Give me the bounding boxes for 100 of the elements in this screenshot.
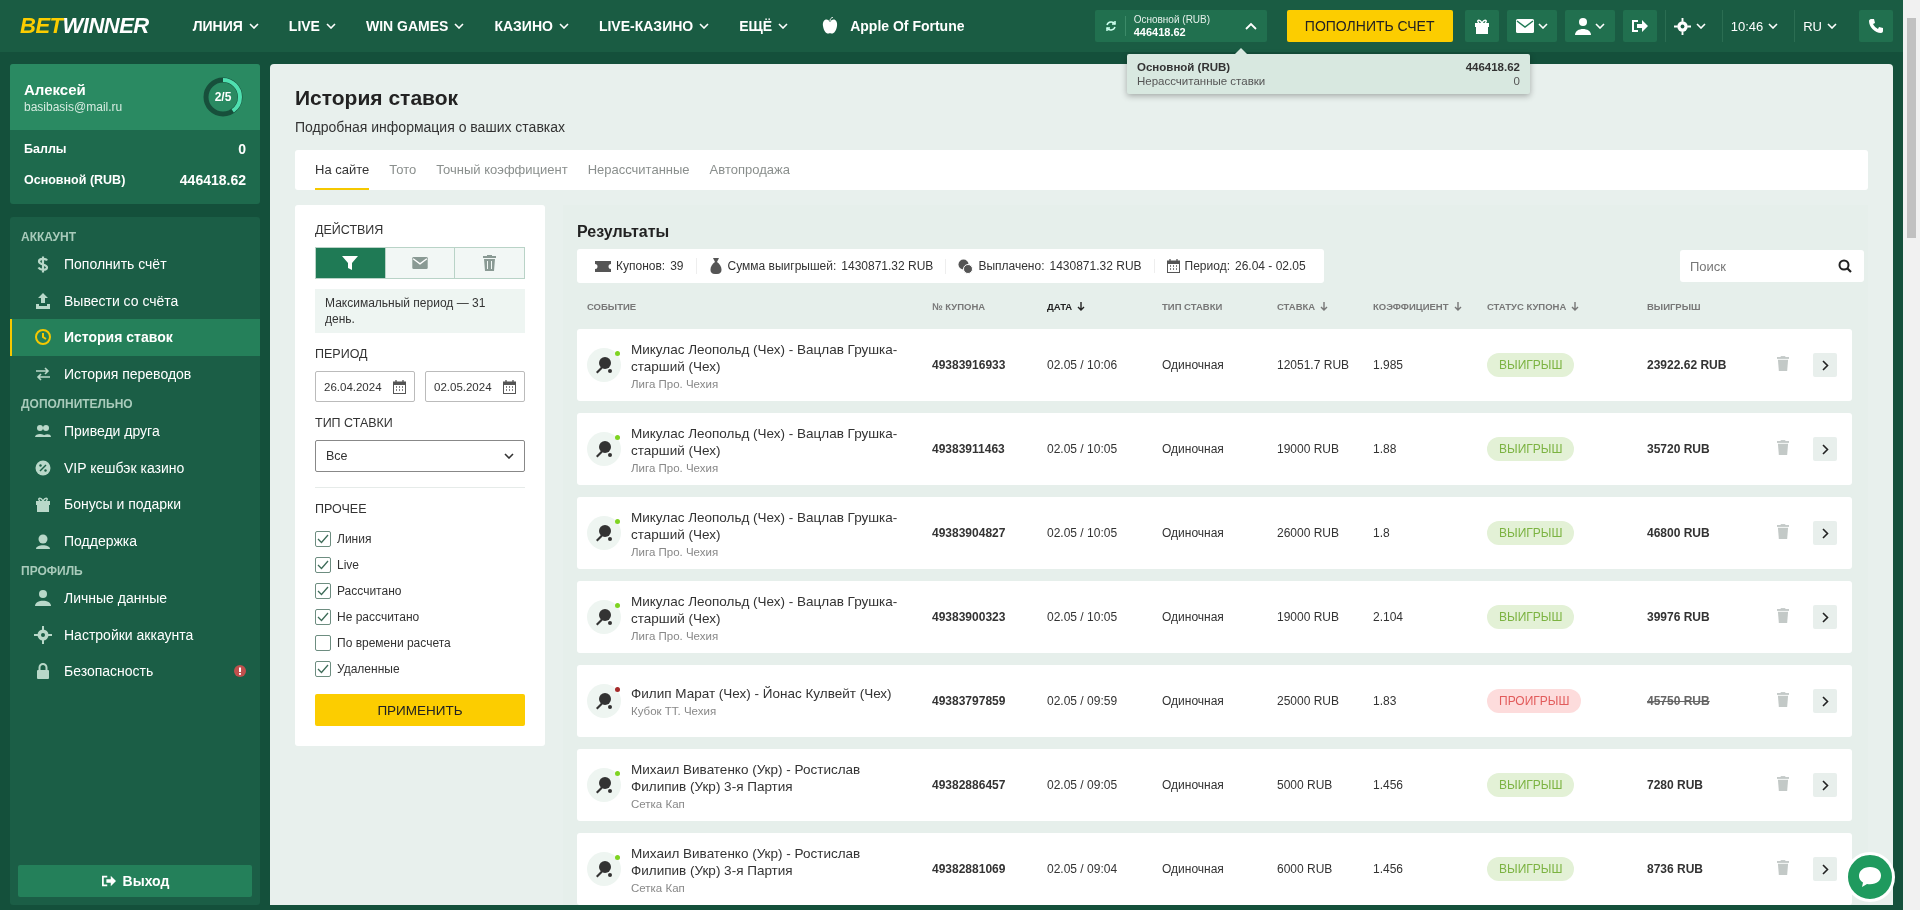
coupon-number: 49382886457 bbox=[932, 778, 1007, 792]
logout-button[interactable] bbox=[1622, 10, 1657, 42]
column-header[interactable]: КОЭФФИЦИЕНТ bbox=[1373, 300, 1487, 312]
column-header[interactable]: ДАТА bbox=[1047, 300, 1162, 312]
bet-type-select[interactable]: Все bbox=[315, 440, 525, 472]
sidebar-item[interactable]: Пополнить счёт bbox=[10, 246, 260, 283]
checkbox[interactable] bbox=[315, 583, 331, 599]
apply-button[interactable]: ПРИМЕНИТЬ bbox=[315, 694, 525, 726]
payout-amount: 23922.62 RUB bbox=[1647, 358, 1728, 372]
search-field[interactable]: Поиск bbox=[1680, 250, 1864, 282]
calendar-icon bbox=[503, 379, 516, 394]
summary-label: Сумма выигрышей: bbox=[727, 259, 837, 273]
messages-button[interactable] bbox=[1506, 10, 1557, 42]
sidebar-item[interactable]: История переводов bbox=[10, 355, 260, 392]
open-details-button[interactable] bbox=[1813, 689, 1837, 713]
column-header: ТИП СТАВКИ bbox=[1162, 300, 1224, 312]
column-header[interactable]: СТАТУС КУПОНА bbox=[1487, 300, 1647, 312]
filter-button[interactable] bbox=[316, 248, 385, 278]
stake-amount: 6000 RUB bbox=[1277, 862, 1334, 876]
checkbox-label: Не рассчитано bbox=[337, 610, 420, 624]
chevron-right-icon bbox=[1821, 527, 1829, 539]
chevron-down-icon bbox=[558, 23, 569, 29]
sidebar-item[interactable]: Приведи друга bbox=[10, 413, 260, 450]
checkbox[interactable] bbox=[315, 635, 331, 651]
period-note: Максимальный период — 31 день. bbox=[315, 289, 525, 333]
balance-popup-value: 446418.62 bbox=[1465, 60, 1520, 74]
sidebar-item[interactable]: Вывести со счёта bbox=[10, 282, 260, 319]
sidebar-item[interactable]: Бонусы и подарки bbox=[10, 486, 260, 523]
nav-menu-item[interactable]: WIN GAMES bbox=[365, 18, 465, 34]
nav-menu-item[interactable]: LIVE-КАЗИНО bbox=[598, 18, 710, 34]
summary-value: 26.04 - 02.05 bbox=[1235, 259, 1306, 273]
checkbox[interactable] bbox=[315, 531, 331, 547]
lock-icon bbox=[34, 662, 52, 681]
nav-menu-item[interactable]: ЕЩЁ bbox=[739, 18, 789, 34]
payout-amount: 7280 RUB bbox=[1647, 778, 1705, 792]
phone-button[interactable] bbox=[1859, 10, 1893, 42]
bet-date: 02.05 / 09:05 bbox=[1047, 778, 1119, 792]
scrollbar[interactable] bbox=[1903, 0, 1920, 910]
event-name: Михаил Виватенко (Укр) - Ростислав Филипив (Укр) 3-я Партия bbox=[631, 760, 862, 795]
table-tennis-icon bbox=[595, 440, 613, 458]
gift-button[interactable] bbox=[1464, 10, 1499, 42]
bet-type: Одиночная bbox=[1162, 526, 1225, 540]
sidebar-item[interactable]: VIP кешбэк казино bbox=[10, 449, 260, 486]
open-details-button[interactable] bbox=[1813, 521, 1837, 545]
bet-date: 02.05 / 09:04 bbox=[1047, 862, 1119, 876]
chevron-down-icon bbox=[454, 23, 465, 29]
odds-value: 1.985 bbox=[1373, 358, 1405, 372]
stat-label: Баллы bbox=[24, 141, 67, 158]
nav-menu-item[interactable]: КАЗИНО bbox=[494, 18, 569, 34]
date-field[interactable]: 02.05.2024 bbox=[425, 371, 525, 402]
sidebar-item[interactable]: Поддержка bbox=[10, 522, 260, 559]
delete-button[interactable] bbox=[454, 248, 524, 278]
sidebar-item[interactable]: Безопасность bbox=[10, 653, 260, 690]
deposit-button[interactable]: ПОПОЛНИТЬ СЧЕТ bbox=[1286, 10, 1453, 42]
checkbox[interactable] bbox=[315, 661, 331, 677]
stake-amount: 19000 RUB bbox=[1277, 442, 1341, 456]
table-tennis-icon bbox=[595, 356, 613, 374]
status-pill: ПРОИГРЫШ bbox=[1487, 689, 1582, 713]
status-pill: ВЫИГРЫШ bbox=[1487, 857, 1575, 881]
open-details-button[interactable] bbox=[1813, 773, 1837, 797]
envelope-icon bbox=[412, 257, 428, 269]
page-title: История ставок bbox=[295, 86, 460, 110]
date-field[interactable]: 26.04.2024 bbox=[315, 371, 415, 402]
apple-of-fortune-link[interactable]: Apple Of Fortune bbox=[850, 18, 965, 34]
time-selector[interactable]: 10:46 bbox=[1721, 10, 1787, 42]
event-name: Микулас Леопольд (Чех) - Вацлав Грушка-старший (Чех) bbox=[631, 424, 899, 459]
tab[interactable]: На сайте bbox=[315, 150, 370, 190]
checkbox[interactable] bbox=[315, 557, 331, 573]
language-selector[interactable]: RU bbox=[1794, 10, 1845, 42]
user-icon bbox=[1574, 17, 1591, 35]
chevron-down-icon bbox=[778, 23, 789, 29]
bet-type: Одиночная bbox=[1162, 862, 1225, 876]
open-details-button[interactable] bbox=[1813, 437, 1837, 461]
results-title: Результаты bbox=[577, 223, 671, 241]
sidebar-item[interactable]: История ставок bbox=[10, 319, 260, 356]
open-details-button[interactable] bbox=[1813, 605, 1837, 629]
column-header[interactable]: СТАВКА bbox=[1277, 300, 1373, 312]
nav-menu-item[interactable]: ЛИНИЯ bbox=[192, 18, 259, 34]
payout-amount: 39976 RUB bbox=[1647, 610, 1711, 624]
checkbox-label: Линия bbox=[337, 532, 372, 546]
nav-menu-item[interactable]: LIVE bbox=[288, 18, 336, 34]
swap-icon bbox=[34, 364, 52, 383]
envelope-icon bbox=[1515, 19, 1534, 33]
sidebar-item[interactable]: Личные данные bbox=[10, 580, 260, 617]
checkbox[interactable] bbox=[315, 609, 331, 625]
open-details-button[interactable] bbox=[1813, 353, 1837, 377]
account-button[interactable] bbox=[1564, 10, 1615, 42]
betwinner-logo[interactable]: BETWINNER bbox=[20, 13, 149, 39]
odds-value: 1.456 bbox=[1373, 862, 1405, 876]
balance-amount: 446418.62 bbox=[1133, 26, 1187, 38]
coupon-number: 49383911463 bbox=[932, 442, 1006, 456]
mail-button[interactable] bbox=[384, 248, 455, 278]
gift-icon bbox=[1472, 17, 1491, 35]
bet-type: Одиночная bbox=[1162, 610, 1225, 624]
chevron-down-icon bbox=[1768, 23, 1779, 29]
balance-selector[interactable]: Основной (RUB) 446418.62 bbox=[1094, 10, 1267, 42]
logout-button[interactable]: Выход bbox=[18, 865, 252, 897]
open-details-button[interactable] bbox=[1813, 857, 1837, 881]
sidebar-item[interactable]: Настройки аккаунта bbox=[10, 616, 260, 653]
section-title: ДЕЙСТВИЯ bbox=[315, 223, 385, 237]
